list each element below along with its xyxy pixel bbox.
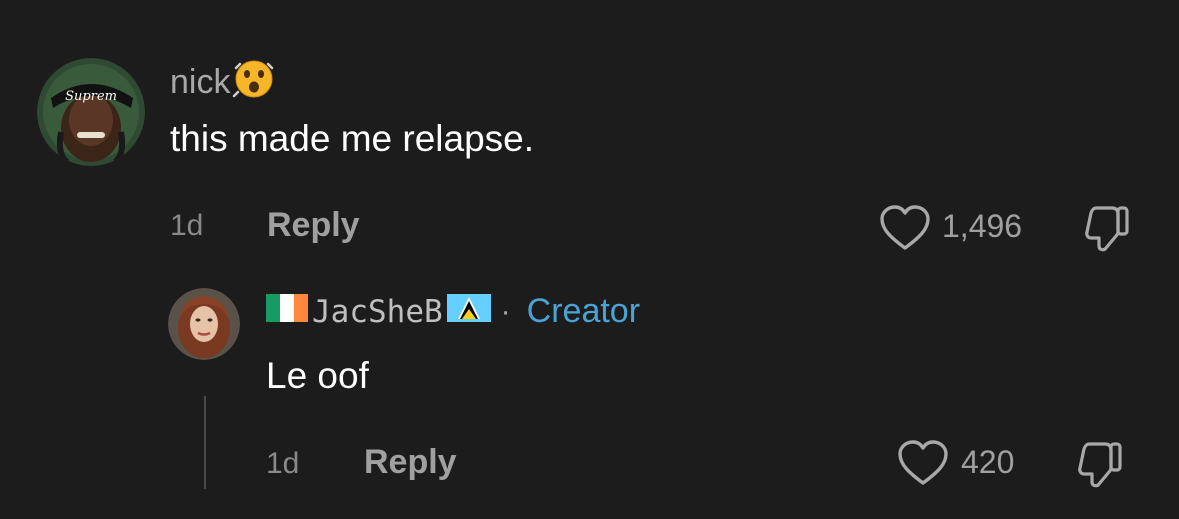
avatar[interactable] bbox=[168, 288, 240, 360]
surprised-face-emoji-icon bbox=[232, 56, 276, 109]
heart-icon[interactable] bbox=[896, 439, 950, 492]
creator-badge: Creator bbox=[526, 292, 641, 330]
thread-line bbox=[204, 396, 206, 489]
comment-timestamp: 1d bbox=[170, 209, 204, 242]
username-text: nick bbox=[170, 63, 231, 101]
username-text: JacSheB bbox=[312, 293, 443, 330]
dislike-icon[interactable] bbox=[1082, 202, 1132, 259]
like-count: 1,496 bbox=[942, 208, 1023, 244]
comment-username[interactable]: nick bbox=[170, 56, 276, 109]
saint-lucia-flag-icon bbox=[446, 292, 491, 331]
reply-text: Le oof bbox=[266, 355, 369, 396]
dislike-icon[interactable] bbox=[1075, 438, 1125, 495]
ireland-flag-icon bbox=[266, 292, 308, 331]
reply-username[interactable]: JacSheB · Creator bbox=[266, 292, 640, 331]
separator-dot: · bbox=[500, 294, 511, 328]
svg-text:Suprem: Suprem bbox=[65, 89, 117, 104]
heart-icon[interactable] bbox=[878, 204, 932, 257]
reply-button[interactable]: Reply bbox=[364, 443, 457, 482]
avatar[interactable]: Suprem bbox=[37, 58, 145, 166]
like-count: 420 bbox=[961, 444, 1015, 480]
reply-button[interactable]: Reply bbox=[267, 206, 360, 245]
reply-timestamp: 1d bbox=[266, 447, 300, 480]
comment-text: this made me relapse. bbox=[170, 118, 535, 159]
